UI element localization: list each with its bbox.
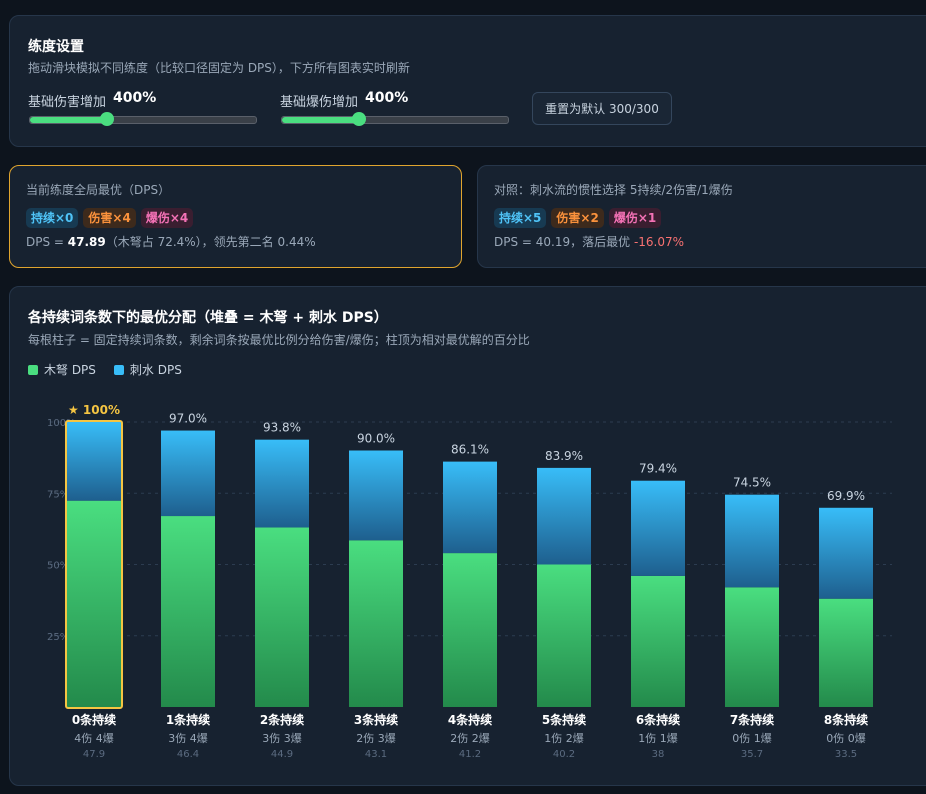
damage-slider-thumb[interactable]	[99, 112, 114, 126]
bar-top-label: 97.0%	[169, 412, 207, 426]
slider-damage-label: 基础伤害增加	[28, 95, 107, 110]
x-allocation-label: 3伤 4爆	[168, 731, 208, 745]
x-category-label: 8条持续	[824, 712, 868, 727]
x-total-dps-label: 46.4	[177, 749, 199, 760]
bar-cishui	[67, 422, 121, 501]
bar-cishui	[349, 450, 403, 541]
x-category-label: 4条持续	[448, 712, 492, 727]
compare-card: 对照：刺水流的惯性选择 5持续/2伤害/1爆伤 持续×5 伤害×2 爆伤×1 D…	[477, 165, 926, 268]
bar-top-label: 79.4%	[639, 462, 677, 476]
x-total-dps-label: 43.1	[365, 749, 387, 760]
x-total-dps-label: 40.2	[553, 749, 575, 760]
settings-panel: 练度设置 拖动滑块模拟不同练度（比较口径固定为 DPS），下方所有图表实时刷新 …	[9, 15, 926, 147]
x-category-label: 3条持续	[354, 712, 398, 727]
x-total-dps-label: 35.7	[741, 749, 763, 760]
x-allocation-label: 0伤 0爆	[826, 731, 866, 745]
bar-mushu	[725, 587, 779, 707]
bar-cishui	[161, 430, 215, 517]
settings-title: 练度设置	[28, 39, 84, 55]
x-category-label: 6条持续	[636, 712, 680, 727]
crit-slider-fill	[282, 117, 359, 123]
x-total-dps-label: 33.5	[835, 749, 857, 760]
chart-panel: 各持续词条数下的最优分配（堆叠 = 木弩 + 刺水 DPS） 每根柱子 = 固定…	[9, 286, 926, 786]
bar-cishui	[443, 461, 497, 554]
damage-slider[interactable]	[29, 112, 257, 126]
best-dps-prefix: DPS =	[26, 235, 68, 249]
x-total-dps-label: 44.9	[271, 749, 293, 760]
x-allocation-label: 1伤 1爆	[638, 731, 678, 745]
slider-damage-value: 400%	[113, 90, 157, 106]
bar-mushu	[67, 500, 121, 707]
compare-diff: -16.07%	[633, 235, 685, 249]
bar-mushu	[631, 575, 685, 707]
bar-mushu	[537, 564, 591, 707]
best-dps-line: DPS = 47.89（木弩占 72.4%），领先第二名 0.44%	[26, 233, 316, 250]
bar-mushu	[255, 527, 309, 707]
tag-crit: 爆伤×4	[140, 208, 194, 228]
x-category-label: 0条持续	[72, 712, 116, 727]
bar-cishui	[725, 494, 779, 588]
x-category-label: 7条持续	[730, 712, 774, 727]
bar-cishui	[631, 480, 685, 576]
compare-tags: 持续×5 伤害×2 爆伤×1	[494, 208, 662, 228]
tag-damage: 伤害×4	[83, 208, 136, 228]
best-dps-suffix: （木弩占 72.4%），领先第二名 0.44%	[105, 235, 316, 249]
x-allocation-label: 3伤 3爆	[262, 731, 302, 745]
bar-mushu	[349, 540, 403, 707]
x-category-label: 2条持续	[260, 712, 304, 727]
bar-top-label: ★ 100%	[68, 403, 120, 417]
bar-cishui	[537, 467, 591, 565]
tag-damage: 伤害×2	[551, 208, 604, 228]
bar-cishui	[819, 507, 873, 599]
x-allocation-label: 2伤 2爆	[450, 731, 490, 745]
bar-top-label: 69.9%	[827, 489, 865, 503]
compare-label: 对照：刺水流的惯性选择 5持续/2伤害/1爆伤	[494, 183, 733, 197]
compare-dps-line: DPS = 40.19，落后最优 -16.07%	[494, 233, 684, 250]
x-allocation-label: 0伤 1爆	[732, 731, 772, 745]
slider-crit-value: 400%	[365, 90, 409, 106]
bar-top-label: 86.1%	[451, 443, 489, 457]
crit-slider[interactable]	[281, 112, 509, 126]
bar-top-label: 74.5%	[733, 476, 771, 490]
tag-sustain: 持续×5	[494, 208, 547, 228]
settings-subtitle: 拖动滑块模拟不同练度（比较口径固定为 DPS），下方所有图表实时刷新	[28, 61, 410, 75]
tag-sustain: 持续×0	[26, 208, 79, 228]
x-total-dps-label: 41.2	[459, 749, 481, 760]
best-allocation-card: 当前练度全局最优（DPS） 持续×0 伤害×4 爆伤×4 DPS = 47.89…	[9, 165, 462, 268]
x-category-label: 1条持续	[166, 712, 210, 727]
x-total-dps-label: 47.9	[83, 749, 105, 760]
bar-cishui	[255, 439, 309, 528]
bar-top-label: 93.8%	[263, 421, 301, 435]
best-label: 当前练度全局最优（DPS）	[26, 183, 171, 197]
crit-slider-thumb[interactable]	[351, 112, 366, 126]
bar-top-label: 90.0%	[357, 432, 395, 446]
damage-slider-fill	[30, 117, 107, 123]
slider-crit-label: 基础爆伤增加	[280, 95, 359, 110]
x-allocation-label: 2伤 3爆	[356, 731, 396, 745]
x-allocation-label: 4伤 4爆	[74, 731, 114, 745]
bar-mushu	[819, 598, 873, 707]
x-allocation-label: 1伤 2爆	[544, 731, 584, 745]
stacked-bar-chart: 25%50%75%100% ★ 100%0条持续4伤 4爆47.997.0%1条…	[47, 403, 892, 760]
best-tags: 持续×0 伤害×4 爆伤×4	[26, 208, 194, 228]
best-dps-value: 47.89	[67, 235, 106, 249]
x-total-dps-label: 38	[652, 749, 665, 760]
x-category-label: 5条持续	[542, 712, 586, 727]
tag-crit: 爆伤×1	[608, 208, 662, 228]
bar-mushu	[161, 516, 215, 707]
bar-mushu	[443, 553, 497, 707]
reset-button[interactable]: 重置为默认 300/300	[532, 92, 672, 125]
compare-dps-text: DPS = 40.19，落后最优	[494, 235, 634, 249]
bar-top-label: 83.9%	[545, 449, 583, 463]
